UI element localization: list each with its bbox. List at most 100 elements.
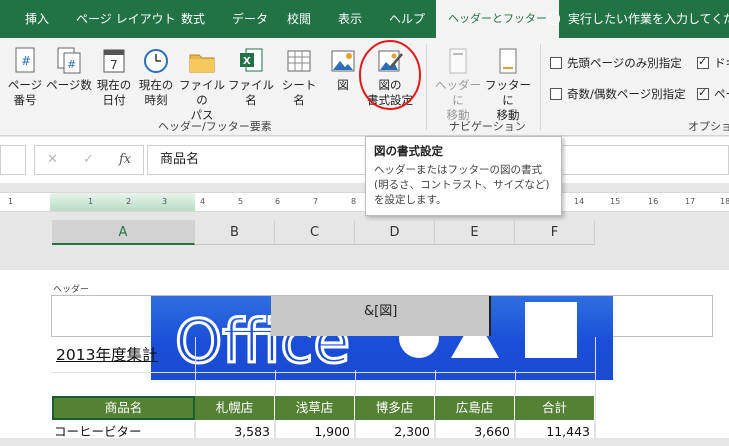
tab-page-layout[interactable]: ページ レイアウト [76,0,176,38]
table-header-cell[interactable]: 札幌店 [195,396,275,420]
tab-data[interactable]: データ [232,0,268,38]
sheet-name-label: シート名 [281,78,317,107]
checkbox-label: ドキ [714,56,729,70]
tab-review[interactable]: 校閲 [287,0,311,38]
sheet-title[interactable]: 2013年度集計 [56,343,157,365]
ruler-tick: 3 [162,197,168,206]
column-header-f[interactable]: F [515,220,595,245]
ruler-tick: 4 [200,197,206,206]
current-date-button[interactable]: 7 現在の 日付 [95,46,133,108]
column-header-e[interactable]: E [435,220,515,245]
svg-text:#: # [21,54,31,68]
current-time-button[interactable]: 現在の 時刻 [137,46,175,108]
file-path-button[interactable]: ファイルの パス [178,46,226,123]
page-count-button[interactable]: # ページ数 [46,46,92,93]
table-cell[interactable]: 1,900 [275,422,355,442]
tooltip-body: ヘッダーまたはフッターの図の書式 (明るさ、コントラスト、サイズなど) を設定し… [374,164,550,206]
calendar-icon: 7 [100,46,128,76]
group-separator [540,44,541,130]
page-count-label: ページ数 [46,78,92,92]
table-cell[interactable]: 3,583 [195,422,275,442]
page-count-icon: # [55,46,83,76]
clock-icon [142,46,170,76]
folder-icon [188,46,216,76]
elements-group-label: ヘッダー/フッター要素 [158,120,272,133]
tell-me-box[interactable]: 実行したい作業を入力してくださ [548,0,729,38]
ruler-tick: 18 [720,197,729,206]
scale-with-document-checkbox[interactable]: ドキ [697,55,729,71]
table-header-cell[interactable]: 浅草店 [275,396,355,420]
lightbulb-icon [548,12,560,25]
picture-icon [329,46,357,76]
picture-button[interactable]: 図 [326,46,360,93]
align-with-margins-checkbox[interactable]: ペー [697,86,729,102]
ruler-tick: 15 [610,197,621,206]
table-header-cell[interactable]: 博多店 [355,396,435,420]
ruler-tick: 1 [88,197,94,206]
ribbon-tab-bar: 挿入 ページ レイアウト 数式 データ 校閲 表示 ヘルプ ヘッダーとフッター … [0,0,729,38]
ruler-tick: 2 [126,197,132,206]
header-field-code: &[図] [364,304,398,319]
sheet-name-button[interactable]: シート名 [277,46,321,108]
ruler-tick: 6 [275,197,281,206]
column-header-d[interactable]: D [355,220,435,245]
tab-insert[interactable]: 挿入 [25,0,49,38]
tab-help[interactable]: ヘルプ [389,0,425,38]
column-header-b[interactable]: B [195,220,275,245]
go-to-header-label: ヘッダーに 移動 [435,78,481,122]
go-to-footer-label: フッターに 移動 [485,78,531,122]
go-to-footer-icon [494,46,522,76]
table-cell[interactable]: 3,660 [435,422,515,442]
go-to-footer-button[interactable]: フッターに 移動 [484,46,532,123]
highlight-circle [359,40,421,110]
enter-icon[interactable]: ✓ [83,152,94,167]
current-time-label: 現在の 時刻 [138,78,174,107]
svg-text:7: 7 [110,58,118,72]
file-name-label: ファイル名 [228,78,274,107]
page-number-icon: # [11,46,39,76]
file-name-button[interactable]: X ファイル名 [227,46,275,108]
go-to-header-button[interactable]: ヘッダーに 移動 [432,46,484,123]
checkbox-label: 先頭ページのみ別指定 [567,56,682,70]
table-header-cell[interactable]: 商品名 [52,396,195,420]
table-cell[interactable]: 2,300 [355,422,435,442]
excel-file-icon: X [237,46,265,76]
ruler-tick: 7 [313,197,319,206]
ruler-tick: 17 [685,197,696,206]
table-cell[interactable]: コーヒービター [54,422,195,442]
tooltip-title: 図の書式設定 [374,144,443,158]
different-odd-even-checkbox[interactable]: 奇数/偶数ページ別指定 [550,86,686,102]
ruler-tick: 14 [574,197,585,206]
tab-view[interactable]: 表示 [338,0,362,38]
table-cell[interactable]: 11,443 [515,422,595,442]
ruler-highlight [50,193,195,211]
checkbox-box [697,86,709,100]
file-path-label: ファイルの パス [179,78,225,122]
nav-group-label: ナビゲーション [449,120,526,133]
group-separator [426,44,427,130]
name-box[interactable] [0,145,26,175]
column-header-c[interactable]: C [275,220,355,245]
tab-header-footer[interactable]: ヘッダーとフッター [436,0,559,38]
gridline [52,372,595,373]
first-page-different-checkbox[interactable]: 先頭ページのみ別指定 [550,55,682,71]
header-label: ヘッダー [53,285,90,295]
page-number-button[interactable]: # ページ 番号 [6,46,44,108]
ruler-tick: 5 [238,197,244,206]
function-icon[interactable]: fx [119,152,131,167]
svg-text:X: X [243,56,251,67]
column-header-a[interactable]: A [52,220,195,245]
checkbox-box [550,56,562,69]
cancel-icon[interactable]: ✕ [47,152,58,167]
format-picture-tooltip: 図の書式設定 ヘッダーまたはフッターの図の書式 (明るさ、コントラスト、サイズな… [365,136,562,216]
options-group-label: オプショ [688,120,729,133]
tab-formulas[interactable]: 数式 [181,0,205,38]
table-header-cell[interactable]: 合計 [515,396,595,420]
picture-label: 図 [337,78,349,92]
ribbon: # ページ 番号 # ページ数 7 現在の 日付 現在の 時刻 ファイルの パス… [0,38,729,136]
table-header-cell[interactable]: 広島店 [435,396,515,420]
tell-me-text: 実行したい作業を入力してくださ [568,12,729,26]
checkbox-label: 奇数/偶数ページ別指定 [567,87,686,101]
checkbox-box [550,87,562,100]
go-to-header-icon [444,46,472,76]
